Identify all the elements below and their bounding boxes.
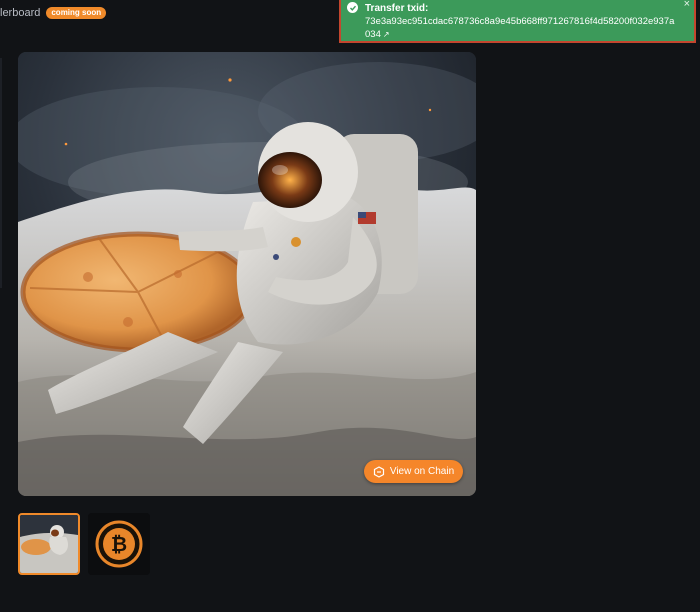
txid-link[interactable]: 73e3a93ec951cdac678736c8a9e45b668ff97126… xyxy=(365,15,676,41)
transfer-toast: × Transfer txid: 73e3a93ec951cdac678736c… xyxy=(339,0,696,43)
astronaut-pizza-thumb-image xyxy=(20,515,78,573)
toast-close-button[interactable]: × xyxy=(684,0,690,11)
thumbnail-astronaut-pizza[interactable] xyxy=(18,513,80,575)
coming-soon-badge: coming soon xyxy=(46,7,107,19)
external-link-icon: ↗ xyxy=(382,30,390,39)
view-on-chain-button[interactable]: View on Chain xyxy=(364,460,463,483)
svg-text:₿: ₿ xyxy=(111,534,127,556)
left-panel-edge xyxy=(0,58,2,288)
toast-title: Transfer txid: xyxy=(365,3,429,14)
thumbnail-bitcoin-coin[interactable]: ₿ xyxy=(88,513,150,575)
toast-txid-row: 73e3a93ec951cdac678736c8a9e45b668ff97126… xyxy=(365,15,676,41)
bitcoin-coin-thumb-image: ₿ xyxy=(88,513,150,575)
nav-leaderboard-link[interactable]: lerboard xyxy=(0,7,40,19)
cube-link-icon xyxy=(373,465,385,478)
astronaut-pizza-artwork xyxy=(18,52,476,496)
txid-value: 73e3a93ec951cdac678736c8a9e45b668ff97126… xyxy=(365,16,675,40)
artwork-image: View on Chain xyxy=(18,52,476,496)
view-on-chain-label: View on Chain xyxy=(389,466,455,477)
checkmark-icon xyxy=(347,2,358,13)
